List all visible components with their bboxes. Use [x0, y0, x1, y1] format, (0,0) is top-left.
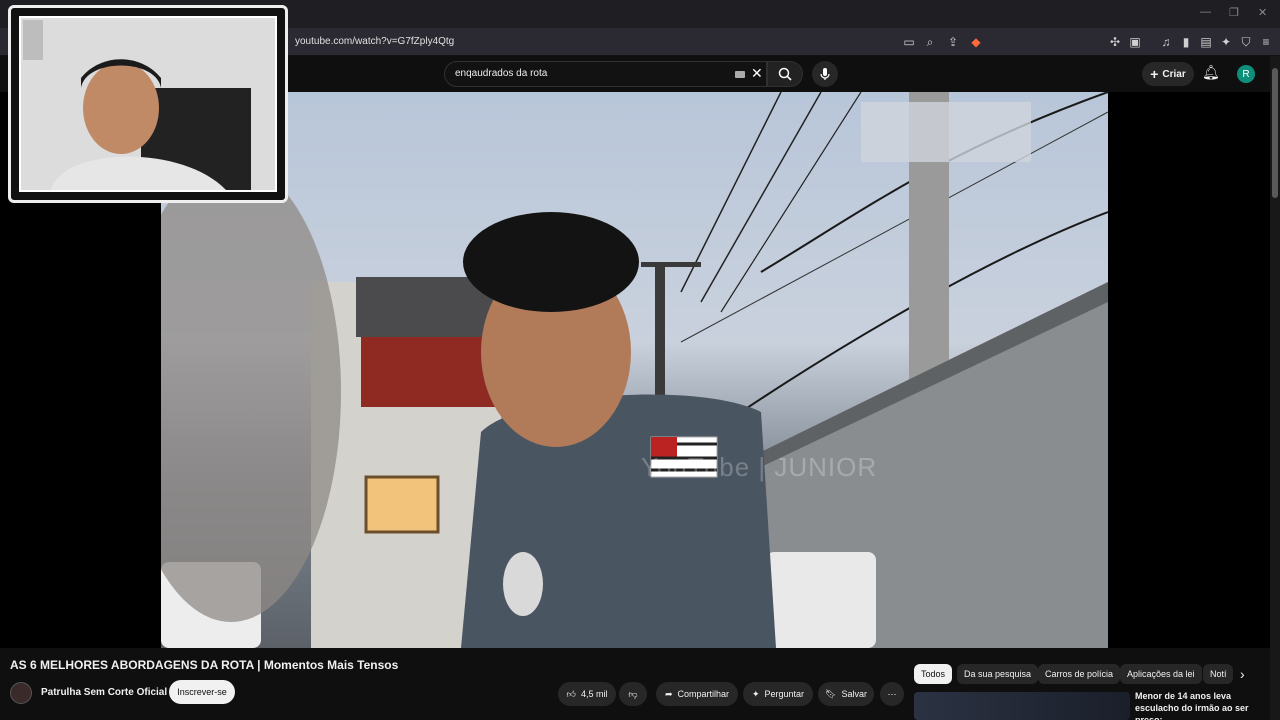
like-count: 4,5 mil [580, 689, 608, 699]
video-watermark: YouTube | JUNIOR [641, 452, 878, 482]
dislike-button[interactable]: 👎︎ [619, 682, 647, 706]
search-input[interactable]: enqaudrados da rota [455, 68, 547, 79]
sparkle-icon: ✦ [751, 688, 760, 699]
brave-shield-icon[interactable]: ◆ [968, 34, 984, 50]
thumbs-down-icon: 👎︎ [628, 688, 638, 699]
scrollbar-thumb[interactable] [1272, 68, 1278, 198]
url-text[interactable]: youtube.com/watch?v=G7fZply4Qtg [295, 36, 454, 47]
menu-icon[interactable]: ≡ [1258, 34, 1274, 50]
channel-avatar[interactable] [10, 682, 32, 704]
create-label: Criar [1162, 68, 1186, 80]
close-window-button[interactable]: ✕ [1258, 6, 1267, 19]
search-icon [778, 67, 792, 81]
thumbs-up-icon: 👍︎ [566, 688, 576, 699]
webcam-overlay [8, 5, 288, 203]
page-scrollbar[interactable] [1270, 56, 1280, 720]
video-scene [161, 92, 1108, 648]
sidebar-icon[interactable]: ▮ [1178, 34, 1194, 50]
ask-button[interactable]: ✦ Perguntar [743, 682, 813, 706]
video-frame[interactable]: YouTube | JUNIOR [161, 92, 1108, 648]
share-arrow-icon: ➦ [664, 688, 673, 699]
webcam-feed [19, 16, 277, 192]
create-button[interactable]: + Criar [1142, 62, 1194, 86]
extensions-icon[interactable]: ✣ [1107, 34, 1123, 50]
maximize-button[interactable]: ❐ [1229, 6, 1239, 19]
microphone-icon [820, 68, 830, 80]
wallet-icon[interactable]: ▤ [1198, 34, 1214, 50]
plus-icon: + [1150, 66, 1159, 82]
like-button[interactable]: 👍︎ 4,5 mil [558, 682, 616, 706]
streamer-image [21, 18, 275, 190]
bookmark-icon: 🔖︎ [825, 688, 837, 699]
ask-label: Perguntar [764, 689, 805, 699]
more-icon: ⋯ [887, 688, 897, 699]
pip-icon[interactable]: ▭ [901, 34, 917, 50]
tab-icon[interactable]: ▣ [1127, 34, 1143, 50]
vpn-icon[interactable]: ⛉ [1238, 34, 1254, 50]
music-icon[interactable]: ♫ [1158, 34, 1174, 50]
zoom-icon[interactable]: ⌕ [922, 34, 938, 50]
chip-police-cars[interactable]: Carros de polícia [1038, 664, 1121, 684]
chip-news[interactable]: Notí [1203, 664, 1233, 684]
chip-law-enforcement[interactable]: Aplicações da lei [1120, 664, 1202, 684]
voice-search-button[interactable] [812, 61, 838, 87]
recommendation-title[interactable]: Menor de 14 anos leva esculacho do irmão… [1135, 690, 1275, 720]
channel-name[interactable]: Patrulha Sem Corte Oficial [41, 687, 167, 698]
notifications-bell-icon[interactable]: 🔔︎ [1202, 64, 1220, 81]
chevron-right-icon[interactable]: › [1240, 666, 1245, 682]
search-button[interactable] [767, 61, 803, 87]
chip-all[interactable]: Todos [914, 664, 953, 684]
subscribe-button[interactable]: Inscrever-se [169, 680, 235, 704]
keyboard-icon[interactable] [735, 71, 745, 78]
video-title: AS 6 MELHORES ABORDAGENS DA ROTA | Momen… [10, 658, 399, 672]
share-button[interactable]: ➦ Compartilhar [656, 682, 738, 706]
account-avatar[interactable]: R [1237, 65, 1255, 83]
save-button[interactable]: 🔖︎ Salvar [818, 682, 874, 706]
minimize-button[interactable]: — [1200, 6, 1211, 18]
search-box[interactable]: enqaudrados da rota ✕ [444, 61, 767, 87]
share-icon[interactable]: ⇪ [945, 34, 961, 50]
chip-from-search[interactable]: Da sua pesquisa [957, 664, 1039, 684]
clear-search-icon[interactable]: ✕ [751, 65, 763, 82]
share-label: Compartilhar [677, 689, 730, 699]
recommendation-thumbnail[interactable] [914, 692, 1130, 720]
ai-icon[interactable]: ✦ [1218, 34, 1234, 50]
more-actions-button[interactable]: ⋯ [880, 682, 904, 706]
save-label: Salvar [841, 689, 867, 699]
video-player[interactable]: YouTube | JUNIOR [0, 5, 1270, 648]
